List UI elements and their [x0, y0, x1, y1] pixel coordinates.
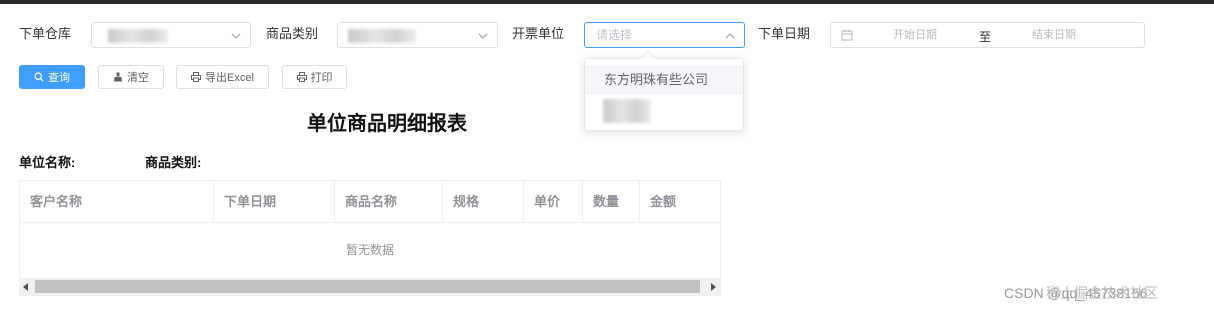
scroll-left-icon[interactable]	[23, 283, 28, 291]
printer-icon	[191, 72, 202, 82]
query-button[interactable]: 查询	[19, 65, 85, 89]
empty-state-text: 暂无数据	[345, 243, 394, 257]
export-label: 导出Excel	[205, 72, 254, 84]
invoice-unit-dropdown: 东方明珠有些公司	[584, 50, 744, 131]
start-date-input[interactable]: 开始日期	[893, 29, 937, 42]
query-label: 查询	[48, 72, 70, 84]
detail-table: 客户名称 下单日期 商品名称 规格 单价 数量 金额 暂无数据	[19, 180, 721, 296]
clear-label: 清空	[127, 72, 149, 84]
redacted-value	[108, 29, 168, 43]
chevron-down-icon	[231, 33, 241, 39]
column-header[interactable]: 规格	[443, 181, 524, 223]
calendar-icon	[841, 30, 853, 41]
dropdown-option[interactable]	[585, 97, 743, 127]
horizontal-scrollbar[interactable]	[20, 278, 720, 295]
chevron-up-icon	[725, 33, 735, 39]
print-button[interactable]: 打印	[282, 65, 347, 89]
print-label: 打印	[310, 72, 333, 84]
warehouse-label: 下单仓库	[19, 26, 72, 41]
column-header[interactable]: 下单日期	[214, 181, 335, 223]
table-header: 客户名称 下单日期 商品名称 规格 单价 数量 金额	[20, 181, 720, 223]
warehouse-select[interactable]	[91, 22, 251, 48]
report-title: 单位商品明细报表	[307, 113, 467, 135]
column-header[interactable]: 单价	[524, 181, 583, 223]
scroll-right-icon[interactable]	[711, 283, 716, 291]
order-date-range-picker[interactable]: 开始日期 至 结束日期	[830, 22, 1145, 48]
category-select[interactable]	[337, 22, 498, 48]
category-label: 商品类别	[266, 26, 319, 41]
watermark-overlay: 稀土掘金技术社区	[1046, 285, 1158, 301]
search-icon	[34, 72, 44, 82]
unit-name-label: 单位名称:	[19, 155, 76, 170]
popper-arrow	[640, 50, 656, 66]
window-top-bar	[0, 0, 1214, 4]
order-date-label: 下单日期	[758, 26, 811, 41]
dropdown-option[interactable]: 东方明珠有些公司	[585, 65, 743, 95]
redacted-value	[603, 99, 651, 123]
invoice-unit-label: 开票单位	[512, 26, 565, 41]
brush-icon	[114, 72, 122, 82]
export-excel-button[interactable]: 导出Excel	[176, 65, 269, 89]
chevron-down-icon	[478, 33, 488, 39]
column-header[interactable]: 数量	[583, 181, 640, 223]
category-meta-label: 商品类别:	[145, 155, 202, 170]
end-date-input[interactable]: 结束日期	[1032, 29, 1076, 42]
invoice-unit-placeholder: 请选择	[596, 28, 633, 42]
watermark: CSDN @qq_45738156 稀土掘金技术社区	[1004, 284, 1158, 302]
column-header[interactable]: 商品名称	[335, 181, 443, 223]
invoice-unit-select[interactable]: 请选择	[584, 22, 745, 48]
printer-icon	[296, 72, 307, 82]
redacted-value	[348, 29, 416, 43]
column-header[interactable]: 客户名称	[20, 181, 214, 223]
clear-button[interactable]: 清空	[98, 65, 164, 89]
scrollbar-thumb[interactable]	[35, 280, 700, 293]
range-separator: 至	[979, 30, 992, 44]
column-header[interactable]: 金额	[640, 181, 720, 223]
